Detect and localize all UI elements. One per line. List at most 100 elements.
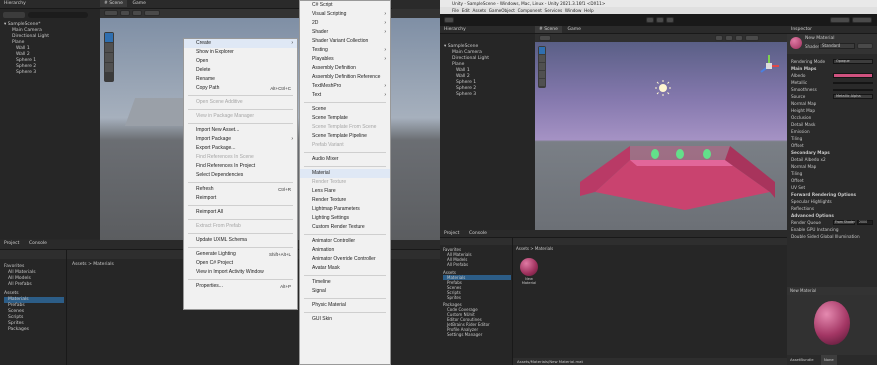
menu-item-material[interactable]: Material [300, 169, 390, 178]
tab-project[interactable]: Project [0, 240, 23, 247]
menu-item-physic-material[interactable]: Physic Material [300, 301, 390, 310]
menu-item-scene-template-pipeline[interactable]: Scene Template Pipeline [300, 132, 390, 141]
height-map-row[interactable]: Height Map [787, 107, 877, 114]
tiling-row[interactable]: Tiling [787, 135, 877, 142]
menu-item-select-dependencies[interactable]: Select Dependencies [184, 171, 297, 180]
2d-toggle[interactable] [120, 10, 130, 16]
menu-item-find-references-in-project[interactable]: Find References In Project [184, 162, 297, 171]
menu-help[interactable]: Help [584, 8, 594, 13]
uv-set-row[interactable]: UV Set [787, 184, 877, 191]
offset-row[interactable]: Offset [787, 142, 877, 149]
tab-scene[interactable]: # Scene [100, 0, 127, 7]
detail-mask-row[interactable]: Detail Mask [787, 121, 877, 128]
menu-services[interactable]: Services [545, 8, 563, 13]
menu-item-animator-controller[interactable]: Animator Controller [300, 237, 390, 246]
lighting-toggle[interactable] [132, 10, 142, 16]
detail-albedo-row[interactable]: Detail Albedo x2 [787, 156, 877, 163]
menu-item-open[interactable]: Open [184, 57, 297, 66]
favorite-item[interactable]: All Prefabs [4, 282, 64, 288]
menu-item-scene[interactable]: Scene [300, 105, 390, 114]
menu-item-textmeshpro[interactable]: TextMeshPro › [300, 82, 390, 91]
normal-map-row[interactable]: Normal Map [787, 100, 877, 107]
account-button[interactable] [444, 17, 454, 23]
play-button[interactable] [646, 17, 654, 23]
specular-toggle[interactable]: Specular Highlights [787, 198, 877, 205]
pause-button[interactable] [656, 17, 664, 23]
menu-item-render-texture[interactable]: Render Texture [300, 196, 390, 205]
menu-item-reimport-all[interactable]: Reimport All [184, 208, 297, 217]
hierarchy-tab[interactable]: Hierarchy [440, 26, 470, 33]
menu-item-animator-override-controller[interactable]: Animator Override Controller [300, 255, 390, 264]
menu-item-shader[interactable]: Shader › [300, 28, 390, 37]
draw-mode-button[interactable] [539, 35, 551, 41]
menu-item-custom-render-texture[interactable]: Custom Render Texture [300, 223, 390, 232]
scale-tool-icon[interactable] [105, 63, 113, 72]
favorite-item[interactable]: All Prefabs [443, 262, 511, 267]
assetbundle-dropdown[interactable]: None [820, 355, 837, 365]
tree-item[interactable]: Sphere 3 [444, 92, 532, 98]
breadcrumb[interactable]: Assets > Materials [516, 246, 553, 252]
breadcrumb[interactable]: Assets > Materials [72, 262, 114, 268]
package-item[interactable]: Settings Manager [443, 332, 511, 337]
menu-item-rename[interactable]: Rename [184, 75, 297, 84]
menu-item-properties[interactable]: Properties... Alt+P [184, 282, 297, 291]
metallic-slider[interactable] [833, 82, 873, 84]
hierarchy-search-input[interactable] [28, 12, 88, 18]
menu-component[interactable]: Component [518, 8, 542, 13]
menu-edit[interactable]: Edit [462, 8, 470, 13]
double-sided-gi-toggle[interactable]: Double Sided Global Illumination [787, 233, 877, 240]
layout-dropdown[interactable] [852, 17, 872, 23]
scene-viewport-right[interactable] [535, 42, 787, 230]
menu-item-lightmap-parameters[interactable]: Lightmap Parameters [300, 205, 390, 214]
tree-item[interactable]: Sphere 3 [4, 70, 94, 76]
menu-item-view-in-import-activity-window[interactable]: View in Import Activity Window [184, 268, 297, 277]
draw-mode-button[interactable] [104, 10, 118, 16]
menu-item-c-script[interactable]: C# Script [300, 1, 390, 10]
menu-item-open-c-project[interactable]: Open C# Project [184, 259, 297, 268]
menu-item-assembly-definition-reference[interactable]: Assembly Definition Reference [300, 73, 390, 82]
step-button[interactable] [666, 17, 674, 23]
hierarchy-tab[interactable]: Hierarchy [0, 0, 30, 7]
menu-assets[interactable]: Assets [472, 8, 486, 13]
menu-item-refresh[interactable]: Refresh Ctrl+R [184, 185, 297, 194]
menu-item-timeline[interactable]: Timeline [300, 278, 390, 287]
smoothness-slider[interactable] [833, 89, 873, 91]
menu-item-testing[interactable]: Testing › [300, 46, 390, 55]
menu-item-delete[interactable]: Delete [184, 66, 297, 75]
tab-game[interactable]: Game [564, 26, 585, 33]
gizmos-button[interactable] [745, 35, 759, 41]
2d-toggle[interactable] [715, 35, 723, 41]
lighting-toggle[interactable] [725, 35, 733, 41]
menu-item-show-in-explorer[interactable]: Show in Explorer [184, 48, 297, 57]
render-queue-number[interactable]: 2000 [857, 220, 873, 225]
menu-item-shader-variant-collection[interactable]: Shader Variant Collection [300, 37, 390, 46]
folder-item[interactable]: Packages [4, 327, 64, 333]
menu-item-lens-flare[interactable]: Lens Flare [300, 187, 390, 196]
menu-item-reimport[interactable]: Reimport [184, 194, 297, 203]
occlusion-row[interactable]: Occlusion [787, 114, 877, 121]
rendering-mode-dropdown[interactable]: Opaque [833, 59, 873, 64]
gpu-instancing-toggle[interactable]: Enable GPU Instancing [787, 226, 877, 233]
asset-tile-material[interactable]: New Material [520, 258, 538, 288]
menu-item-gui-skin[interactable]: GUI Skin [300, 315, 390, 324]
menu-file[interactable]: File [452, 8, 459, 13]
move-tool-icon[interactable] [105, 43, 113, 52]
tab-inspector[interactable]: Inspector [787, 26, 816, 33]
reflections-toggle[interactable]: Reflections [787, 205, 877, 212]
detail-normal-row[interactable]: Normal Map [787, 163, 877, 170]
menu-item-playables[interactable]: Playables › [300, 55, 390, 64]
menu-item-assembly-definition[interactable]: Assembly Definition [300, 64, 390, 73]
tab-console[interactable]: Console [465, 230, 491, 237]
menu-item-import-new-asset[interactable]: Import New Asset... [184, 126, 297, 135]
menu-gameobject[interactable]: GameObject [489, 8, 515, 13]
folder-item[interactable]: Sprites [443, 295, 511, 300]
menu-item-signal[interactable]: Signal [300, 287, 390, 296]
tab-console[interactable]: Console [25, 240, 51, 247]
menu-item-2d[interactable]: 2D › [300, 19, 390, 28]
menu-item-export-package[interactable]: Export Package... [184, 144, 297, 153]
preview-header[interactable]: New Material [787, 287, 877, 295]
rotate-tool-icon[interactable] [105, 53, 113, 62]
menu-item-create[interactable]: Create › [184, 39, 297, 48]
render-queue-dropdown[interactable]: From Shader [833, 220, 855, 225]
layers-dropdown[interactable] [830, 17, 850, 23]
